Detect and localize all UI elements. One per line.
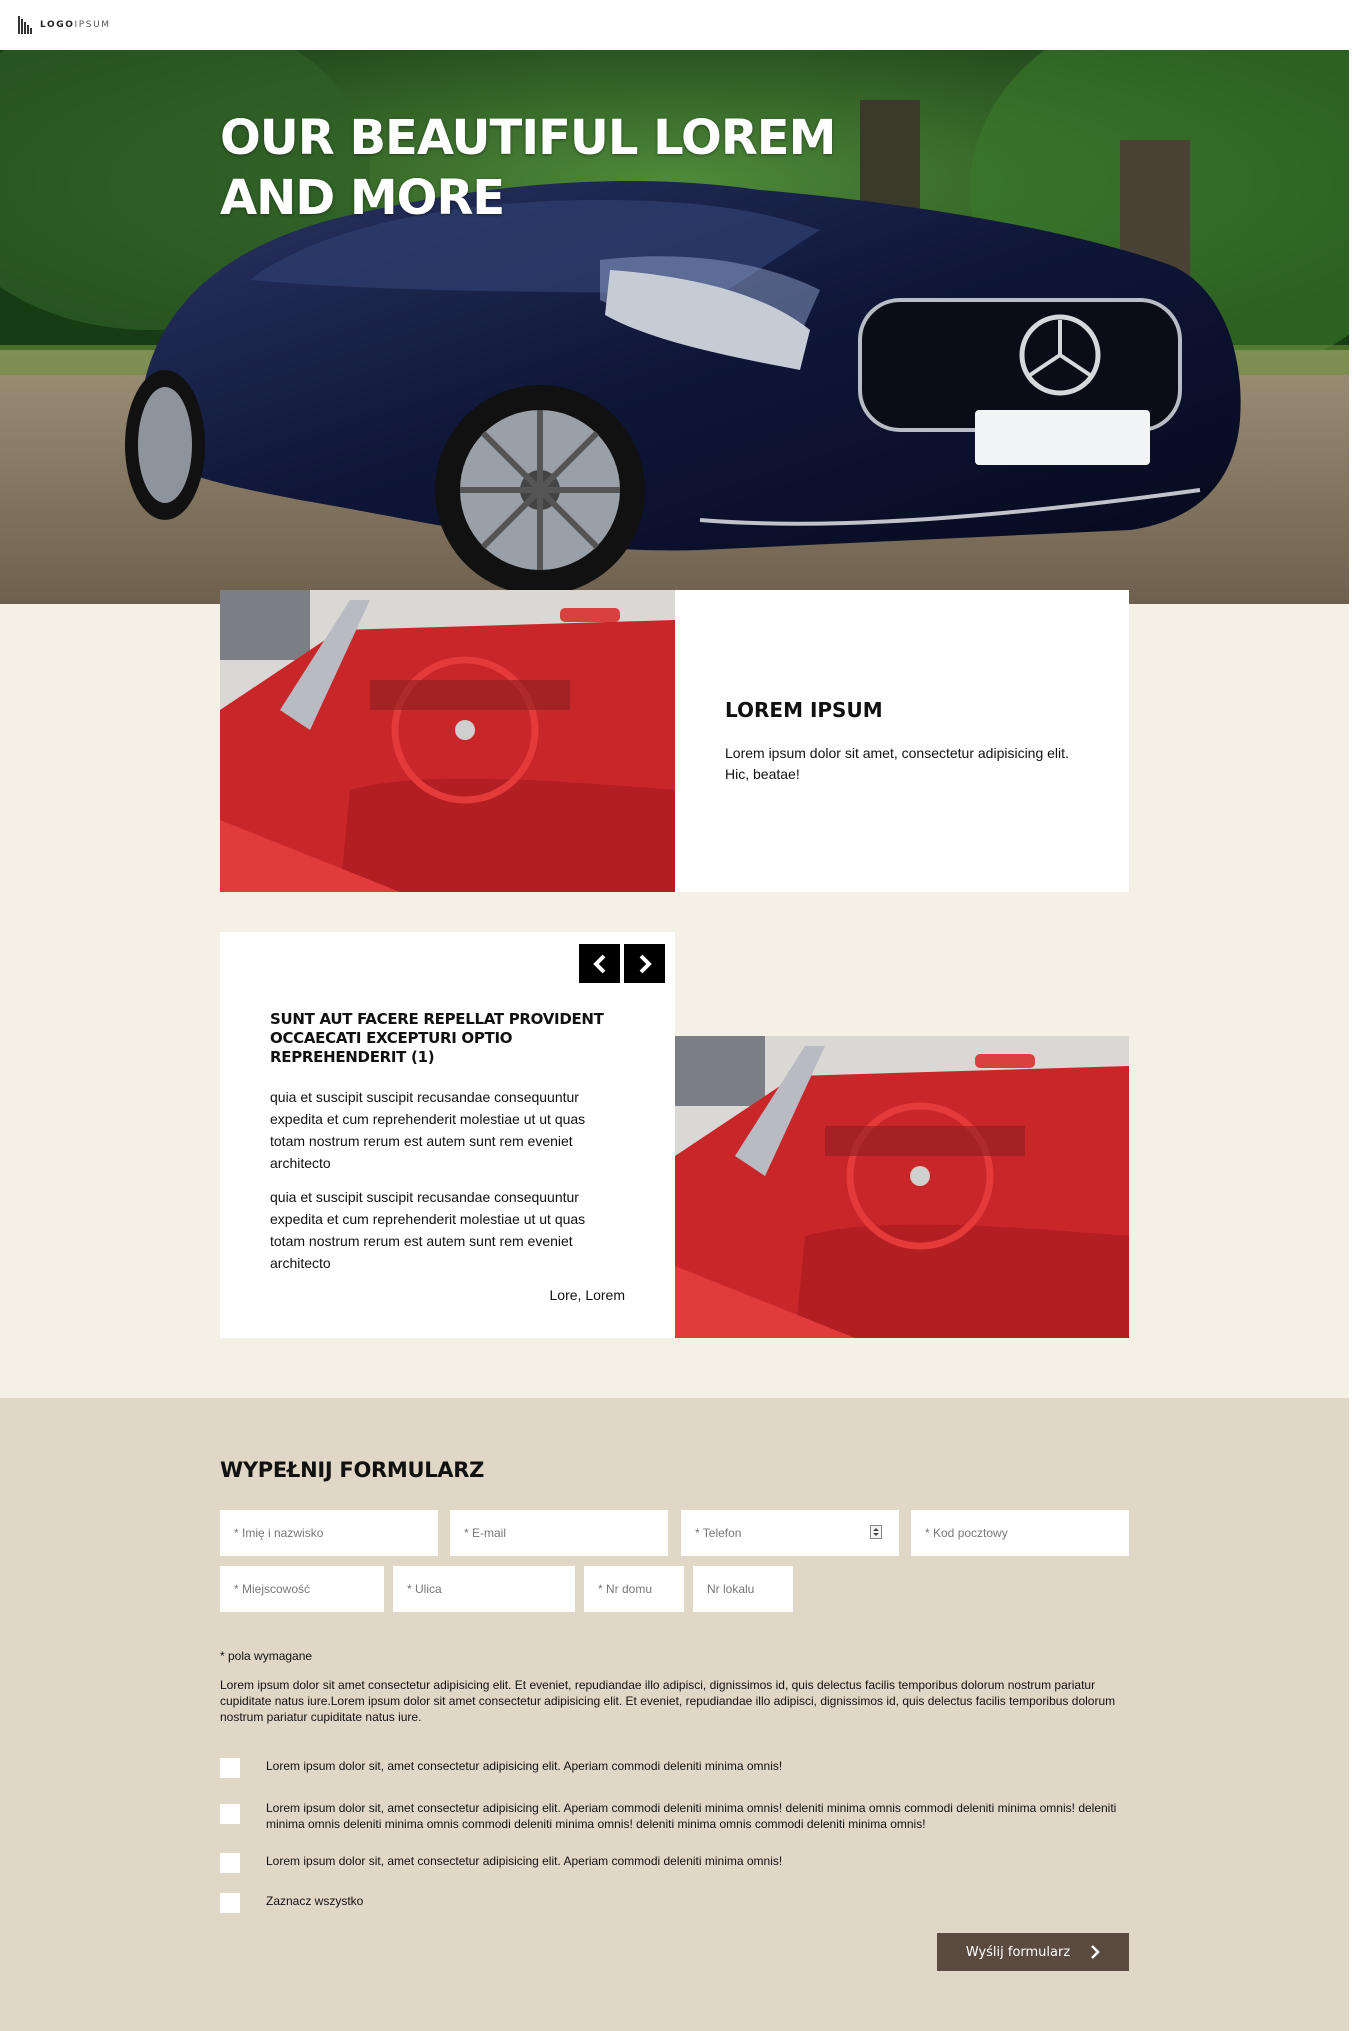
flat-number-field[interactable]	[693, 1566, 793, 1612]
feature-image	[220, 590, 675, 892]
testimonial-card: SUNT AUT FACERE REPELLAT PROVIDENT OCCAE…	[220, 932, 675, 1338]
hero-title: OUR BEAUTIFUL LOREM AND MORE	[220, 110, 836, 226]
consent-label: Lorem ipsum dolor sit, amet consectetur …	[266, 1854, 783, 1868]
testimonial-paragraph: quia et suscipit suscipit recusandae con…	[270, 1089, 586, 1171]
consent-checkbox[interactable]	[220, 1758, 240, 1778]
testimonial-title: SUNT AUT FACERE REPELLAT PROVIDENT OCCAE…	[270, 1010, 604, 1066]
phone-field[interactable]	[681, 1510, 899, 1556]
form-description: Lorem ipsum dolor sit amet consectetur a…	[220, 1678, 1116, 1724]
chevron-left-icon	[592, 954, 605, 973]
form-title: WYPEŁNIJ FORMULARZ	[220, 1458, 485, 1482]
name-field[interactable]	[220, 1510, 438, 1556]
select-all-checkbox[interactable]	[220, 1893, 240, 1913]
scrollbar-track[interactable]	[1349, 0, 1366, 2031]
consent-item[interactable]: Lorem ipsum dolor sit, amet consectetur …	[220, 1758, 1126, 1778]
slider-next-button[interactable]	[624, 944, 665, 983]
select-all-item[interactable]: Zaznacz wszystko	[220, 1893, 1126, 1913]
chevron-right-icon	[639, 954, 652, 973]
site-header: LOGOIPSUM	[0, 0, 1349, 50]
consent-label: Lorem ipsum dolor sit, amet consectetur …	[266, 1759, 783, 1773]
house-number-field[interactable]	[584, 1566, 684, 1612]
submit-button[interactable]: Wyślij formularz	[937, 1933, 1129, 1971]
phone-stepper[interactable]	[870, 1525, 882, 1539]
testimonial-paragraph: quia et suscipit suscipit recusandae con…	[270, 1189, 586, 1271]
feature-text: Lorem ipsum dolor sit amet, consectetur …	[725, 745, 1069, 782]
contact-form-section: WYPEŁNIJ FORMULARZ * pola wymagane Lorem…	[0, 1398, 1349, 2031]
logo[interactable]: LOGOIPSUM	[18, 16, 111, 34]
submit-label: Wyślij formularz	[965, 1944, 1071, 1960]
required-note: * pola wymagane	[220, 1649, 313, 1663]
feature-card: LOREM IPSUM Lorem ipsum dolor sit amet, …	[675, 590, 1129, 892]
feature-title: LOREM IPSUM	[725, 698, 883, 722]
city-field[interactable]	[220, 1566, 384, 1612]
consent-checkbox[interactable]	[220, 1804, 240, 1824]
chevron-right-icon	[1091, 1945, 1100, 1959]
consent-item[interactable]: Lorem ipsum dolor sit, amet consectetur …	[220, 1853, 1126, 1873]
postal-code-field[interactable]	[911, 1510, 1129, 1556]
testimonial-author: Lore, Lorem	[549, 1287, 625, 1303]
consent-checkbox[interactable]	[220, 1853, 240, 1873]
consent-item[interactable]: Lorem ipsum dolor sit, amet consectetur …	[220, 1800, 1126, 1832]
logo-icon	[18, 16, 34, 34]
select-all-label: Zaznacz wszystko	[266, 1894, 364, 1908]
consent-label: Lorem ipsum dolor sit, amet consectetur …	[266, 1801, 1117, 1831]
testimonial-image	[675, 1036, 1129, 1338]
street-field[interactable]	[393, 1566, 575, 1612]
slider-prev-button[interactable]	[579, 944, 620, 983]
logo-text: LOGOIPSUM	[40, 20, 111, 30]
email-field[interactable]	[450, 1510, 668, 1556]
hero-banner: OUR BEAUTIFUL LOREM AND MORE	[0, 50, 1349, 604]
